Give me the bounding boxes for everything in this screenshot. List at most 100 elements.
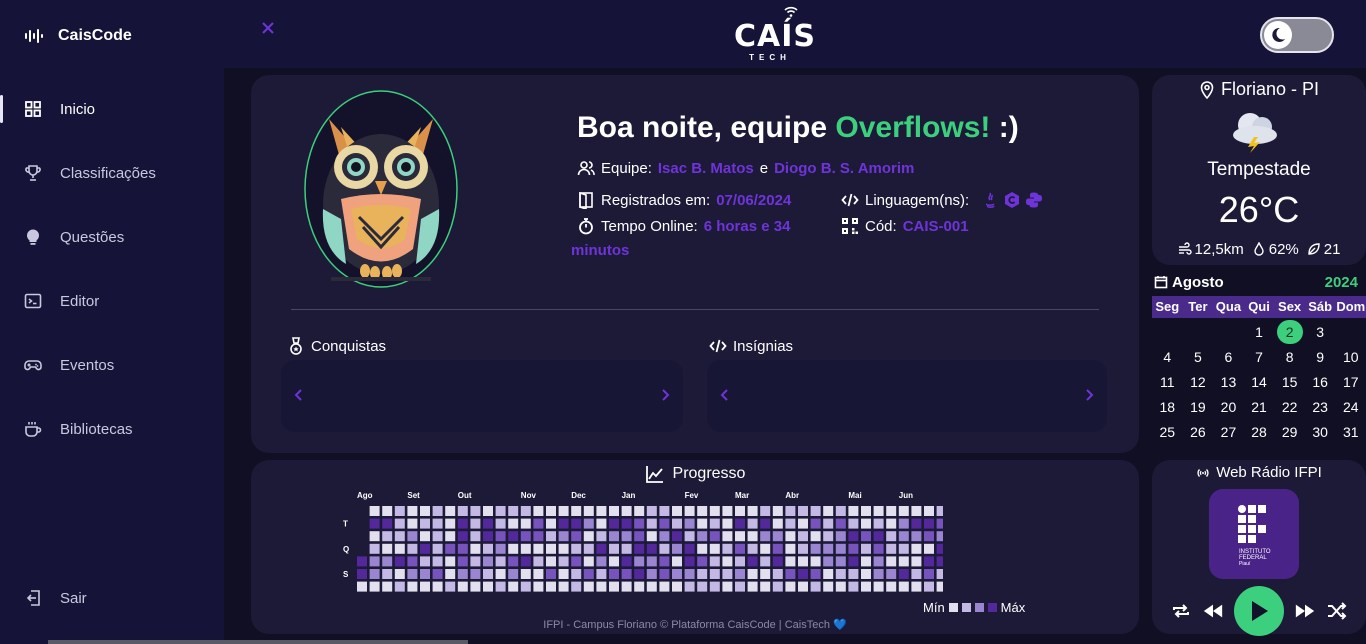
calendar-day[interactable]: 24	[1335, 395, 1366, 420]
heatmap-cell	[420, 506, 430, 516]
heatmap-cell	[470, 581, 481, 592]
calendar-day[interactable]: 21	[1244, 395, 1275, 420]
calendar-day[interactable]: 4	[1152, 345, 1183, 370]
next-button[interactable]	[1294, 600, 1316, 622]
code-label: Cód:	[865, 217, 897, 235]
sidebar-item-classificacoes[interactable]: Classificações	[0, 153, 224, 193]
sidebar-item-editor[interactable]: Editor	[0, 281, 224, 321]
month-label: Agosto	[1172, 274, 1224, 291]
humidity-stat: 62%	[1252, 241, 1299, 258]
heatmap-cell	[520, 581, 531, 592]
achievements-title: Conquistas	[287, 337, 386, 355]
brand-name: CaisCode	[58, 27, 132, 44]
weather-temperature: 26°C	[1218, 189, 1300, 230]
calendar-day-today[interactable]: 2	[1274, 320, 1305, 345]
heatmap-cell	[886, 531, 897, 542]
calendar-day[interactable]: 27	[1213, 420, 1244, 445]
sidebar-item-eventos[interactable]: Eventos	[0, 345, 224, 385]
chevron-right-icon[interactable]	[659, 386, 673, 404]
play-button[interactable]	[1234, 586, 1284, 636]
heatmap-cell	[810, 581, 821, 592]
calendar-day[interactable]: 25	[1152, 420, 1183, 445]
close-icon[interactable]	[260, 20, 276, 36]
member-1[interactable]: Isac B. Matos	[658, 160, 754, 177]
month-label: Fev	[685, 491, 699, 500]
calendar-day[interactable]: 3	[1305, 320, 1336, 345]
horizontal-scrollbar[interactable]	[48, 640, 468, 644]
profile-card: Boa noite, equipe Overflows! :) Equipe: …	[251, 75, 1139, 453]
calendar-day[interactable]: 14	[1244, 370, 1275, 395]
theme-toggle[interactable]	[1260, 17, 1334, 53]
greeting-suffix: :)	[998, 111, 1019, 144]
sidebar-item-inicio[interactable]: Inicio	[0, 89, 224, 129]
heatmap-cell	[432, 569, 443, 579]
progress-card: Progresso Ago Set Out Nov Dec Jan Fev Mar Abr Mai…	[251, 460, 1139, 634]
shuffle-button[interactable]	[1326, 600, 1348, 622]
chevron-right-icon[interactable]	[1083, 386, 1097, 404]
heatmap-cell	[735, 569, 745, 579]
calendar-day[interactable]: 7	[1244, 345, 1275, 370]
chevron-left-icon[interactable]	[717, 386, 731, 404]
logout-button[interactable]: Sair	[0, 578, 224, 618]
previous-button[interactable]	[1202, 600, 1224, 622]
logo-sub: TECH	[749, 53, 791, 62]
calendar-day[interactable]: 1	[1244, 320, 1275, 345]
python-icon	[1025, 191, 1043, 209]
calendar-day[interactable]: 29	[1274, 420, 1305, 445]
calendar-day[interactable]: 22	[1274, 395, 1305, 420]
heatmap-cell	[357, 581, 367, 592]
calendar-week: 18 19 20 21 22 23 24	[1152, 395, 1366, 420]
calendar-day[interactable]: 8	[1274, 345, 1305, 370]
sidebar-item-label: Inicio	[60, 100, 96, 118]
calendar-day[interactable]: 26	[1183, 420, 1214, 445]
calendar-day[interactable]: 16	[1305, 370, 1336, 395]
member-2[interactable]: Diogo B. S. Amorim	[774, 160, 914, 177]
heatmap-cell	[659, 506, 670, 516]
heatmap-cell	[798, 556, 808, 567]
code-info: Cód: CAIS-001	[841, 217, 969, 235]
sidebar-item-questoes[interactable]: Questões	[0, 217, 224, 257]
calendar-day[interactable]: 15	[1274, 370, 1305, 395]
heatmap-cell	[470, 556, 481, 567]
heatmap-cell	[432, 531, 443, 542]
calendar-day[interactable]: 12	[1183, 370, 1214, 395]
calendar-day[interactable]: 23	[1305, 395, 1336, 420]
heatmap-cell	[357, 556, 367, 567]
calendar-day[interactable]: 11	[1152, 370, 1183, 395]
calendar-day[interactable]: 10	[1335, 345, 1366, 370]
chevron-left-icon[interactable]	[291, 386, 305, 404]
heatmap-cell	[382, 506, 393, 516]
heatmap-cell	[911, 581, 922, 592]
calendar-day[interactable]: 28	[1244, 420, 1275, 445]
calendar-day[interactable]: 19	[1183, 395, 1214, 420]
trophy-icon	[25, 165, 41, 181]
greeting: Boa noite, equipe Overflows! :)	[577, 111, 1019, 145]
heatmap-cell	[470, 543, 481, 554]
heatmap-cell	[861, 518, 871, 529]
sidebar-item-bibliotecas[interactable]: Bibliotecas	[0, 409, 224, 449]
calendar-day[interactable]: 5	[1183, 345, 1214, 370]
online-value: 6 horas e 34	[703, 217, 791, 235]
heatmap-cell	[621, 569, 632, 579]
heatmap-cell	[495, 531, 506, 542]
ifpi-logo: INSTITUTO FEDERAL Piauí	[1209, 489, 1299, 579]
repeat-button[interactable]	[1170, 600, 1192, 622]
calendar-day[interactable]: 6	[1213, 345, 1244, 370]
heatmap-cell	[508, 543, 519, 554]
calendar-day[interactable]: 13	[1213, 370, 1244, 395]
achievements-label: Conquistas	[311, 337, 387, 355]
calendar-day[interactable]: 9	[1305, 345, 1336, 370]
calendar-day[interactable]: 31	[1335, 420, 1366, 445]
calendar-day[interactable]: 18	[1152, 395, 1183, 420]
brand[interactable]: CaisCode	[24, 26, 132, 46]
thunderstorm-icon	[1233, 113, 1277, 153]
calendar-day	[1183, 320, 1214, 345]
calendar-day[interactable]: 17	[1335, 370, 1366, 395]
heatmap-cell	[520, 556, 531, 567]
calendar-day[interactable]: 30	[1305, 420, 1336, 445]
calendar-day	[1152, 320, 1183, 345]
heatmap-cell	[835, 556, 846, 567]
calendar-day[interactable]: 20	[1213, 395, 1244, 420]
heatmap-cell	[810, 569, 821, 579]
heatmap-cell	[898, 518, 909, 529]
